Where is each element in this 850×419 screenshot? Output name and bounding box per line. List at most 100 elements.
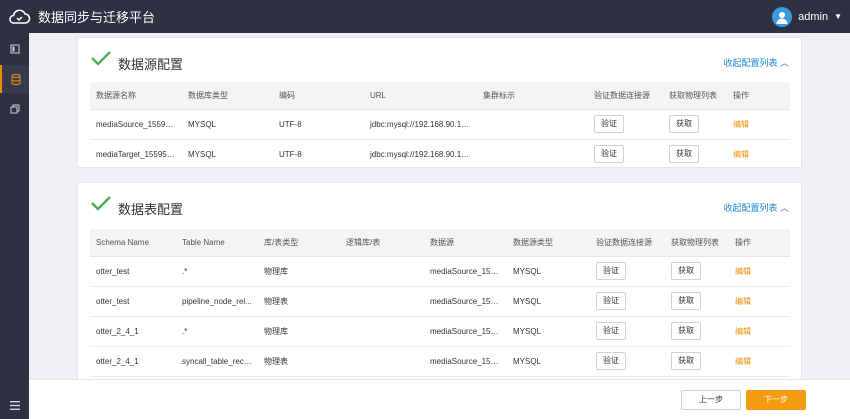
verify-button[interactable]: 验证 xyxy=(596,322,626,340)
schema-name: otter_2_4_1 xyxy=(90,316,176,347)
verify-button[interactable]: 验证 xyxy=(594,115,624,133)
footer-bar: 上一步 下一步 xyxy=(29,379,850,419)
cluster xyxy=(477,139,588,170)
table-row: otter_2_4_1 .* 物理库 mediaSource_155... MY… xyxy=(90,316,790,347)
encoding: UTF-8 xyxy=(273,109,364,140)
table-header: 数据源名称 数据库类型 编码 URL 集群标示 验证数据连接源 获取物理列表 操… xyxy=(90,82,790,110)
next-step-button[interactable]: 下一步 xyxy=(746,390,806,410)
menu-icon xyxy=(9,400,20,410)
copy-icon xyxy=(10,104,19,114)
column-header: 数据源类型 xyxy=(507,229,590,257)
sidebar-item-database[interactable] xyxy=(0,65,29,93)
edit-link[interactable]: 编辑 xyxy=(735,267,751,276)
logical-table xyxy=(340,346,424,377)
column-header: 验证数据连接源 xyxy=(590,229,665,257)
table-header: Schema Name Table Name 库/表类型 逻辑库/表 数据源 数… xyxy=(90,229,790,257)
datasource: mediaSource_155... xyxy=(424,256,507,287)
column-header: 获取物理列表 xyxy=(665,229,729,257)
main-content: 数据源配置 收起配置列表 ︿ 数据源名称 数据库类型 编码 URL 集群标示 验… xyxy=(29,33,850,379)
collapse-list-link[interactable]: 收起配置列表 ︿ xyxy=(723,201,789,214)
logical-table xyxy=(340,286,424,317)
book-icon xyxy=(10,44,19,54)
table-row: otter_test pipeline_node_rel... 物理表 medi… xyxy=(90,286,790,317)
db-type: MYSQL xyxy=(182,139,273,170)
column-header: 库/表类型 xyxy=(258,229,340,257)
column-header: 数据库类型 xyxy=(182,82,273,110)
card-header: 数据源配置 收起配置列表 ︿ xyxy=(78,38,801,86)
schema-name: otter_2_4_1 xyxy=(90,346,176,377)
logical-table xyxy=(340,316,424,347)
table-name: .* xyxy=(176,256,258,287)
column-header: Table Name xyxy=(176,229,258,257)
table-kind: 物理库 xyxy=(258,316,340,347)
verify-button[interactable]: 验证 xyxy=(594,145,624,163)
table-kind: 物理表 xyxy=(258,346,340,377)
url: jdbc:mysql://192.168.90.12:... xyxy=(364,109,477,140)
edit-link[interactable]: 编辑 xyxy=(735,357,751,366)
fetch-button[interactable]: 获取 xyxy=(671,322,701,340)
logical-table xyxy=(340,256,424,287)
prev-step-button[interactable]: 上一步 xyxy=(681,390,741,410)
collapse-list-link[interactable]: 收起配置列表 ︿ xyxy=(723,56,789,69)
table-row: mediaTarget_155956... MYSQL UTF-8 jdbc:m… xyxy=(90,139,790,170)
fetch-button[interactable]: 获取 xyxy=(671,262,701,280)
section-title: 数据源配置 xyxy=(118,57,184,72)
schema-name: otter_test xyxy=(90,286,176,317)
edit-link[interactable]: 编辑 xyxy=(733,150,749,159)
column-header: 获取物理列表 xyxy=(663,82,727,110)
datasource: mediaSource_155... xyxy=(424,316,507,347)
avatar[interactable] xyxy=(772,6,793,27)
verify-button[interactable]: 验证 xyxy=(596,292,626,310)
datasource-config-card: 数据源配置 收起配置列表 ︿ 数据源名称 数据库类型 编码 URL 集群标示 验… xyxy=(77,37,802,170)
user-menu[interactable]: admin ▼ xyxy=(772,0,842,33)
column-header: 逻辑库/表 xyxy=(340,229,424,257)
caret-down-icon[interactable]: ▼ xyxy=(834,12,842,21)
sidebar xyxy=(0,33,29,419)
datasource-type: MYSQL xyxy=(507,346,590,377)
fetch-button[interactable]: 获取 xyxy=(669,145,699,163)
column-header: 验证数据连接源 xyxy=(588,82,663,110)
cloud-logo-icon[interactable] xyxy=(4,0,34,33)
table-row: mediaSource_15595... MYSQL UTF-8 jdbc:my… xyxy=(90,109,790,140)
column-header: 操作 xyxy=(727,82,790,110)
datasource-table: 数据源名称 数据库类型 编码 URL 集群标示 验证数据连接源 获取物理列表 操… xyxy=(90,82,790,170)
check-icon xyxy=(91,51,111,66)
card-header: 数据表配置 收起配置列表 ︿ xyxy=(78,183,801,231)
section-title: 数据表配置 xyxy=(118,202,184,217)
verify-button[interactable]: 验证 xyxy=(596,262,626,280)
verify-button[interactable]: 验证 xyxy=(596,352,626,370)
table-row: otter_2_4_1 syncall_table_record 物理表 med… xyxy=(90,346,790,377)
db-type: MYSQL xyxy=(182,109,273,140)
datasource-name: mediaSource_15595... xyxy=(90,109,182,140)
datasource-type: MYSQL xyxy=(507,286,590,317)
fetch-button[interactable]: 获取 xyxy=(671,292,701,310)
table-kind: 物理表 xyxy=(258,286,340,317)
sidebar-item-copy[interactable] xyxy=(0,95,29,123)
table-row: otter_test .* 物理库 mediaSource_155... MYS… xyxy=(90,256,790,287)
table-name: .* xyxy=(176,316,258,347)
table-config-table: Schema Name Table Name 库/表类型 逻辑库/表 数据源 数… xyxy=(90,229,790,377)
schema-name: otter_test xyxy=(90,256,176,287)
user-name[interactable]: admin xyxy=(798,11,828,23)
column-header: 集群标示 xyxy=(477,82,588,110)
column-header: Schema Name xyxy=(90,229,176,257)
sidebar-toggle[interactable] xyxy=(0,391,29,419)
table-name: syncall_table_record xyxy=(176,346,258,377)
chevron-up-icon: ︿ xyxy=(779,203,789,213)
edit-link[interactable]: 编辑 xyxy=(733,120,749,129)
column-header: 操作 xyxy=(729,229,790,257)
datasource: mediaSource_155... xyxy=(424,286,507,317)
sidebar-item-book[interactable] xyxy=(0,35,29,63)
column-header: 数据源 xyxy=(424,229,507,257)
column-header: 数据源名称 xyxy=(90,82,182,110)
check-icon xyxy=(91,196,111,211)
fetch-button[interactable]: 获取 xyxy=(669,115,699,133)
fetch-button[interactable]: 获取 xyxy=(671,352,701,370)
edit-link[interactable]: 编辑 xyxy=(735,327,751,336)
column-header: 编码 xyxy=(273,82,364,110)
url: jdbc:mysql://192.168.90.14:... xyxy=(364,139,477,170)
edit-link[interactable]: 编辑 xyxy=(735,297,751,306)
table-config-card: 数据表配置 收起配置列表 ︿ Schema Name Table Name 库/… xyxy=(77,182,802,379)
datasource: mediaSource_155... xyxy=(424,346,507,377)
column-header: URL xyxy=(364,82,477,110)
